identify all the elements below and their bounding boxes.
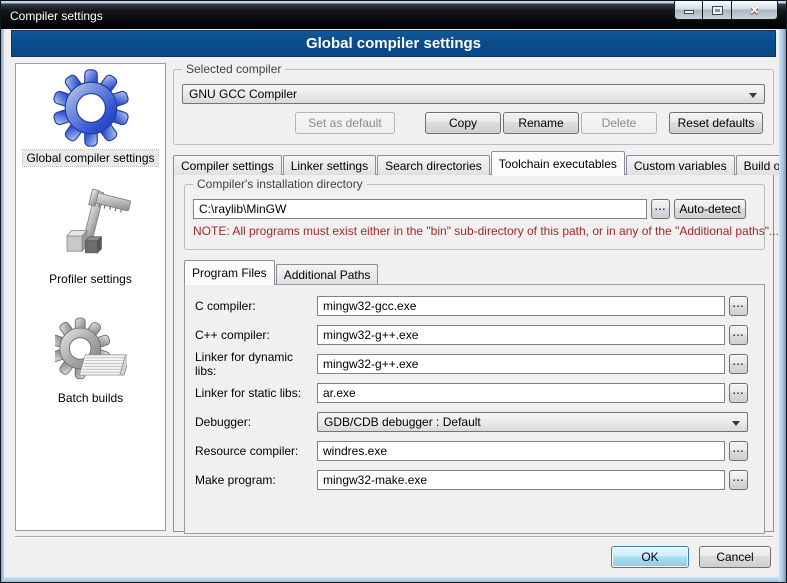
- c-compiler-browse-button[interactable]: ...: [729, 296, 748, 316]
- cpp-compiler-label: C++ compiler:: [195, 328, 317, 342]
- resource-compiler-label: Resource compiler:: [195, 444, 317, 458]
- tab-toolchain-executables[interactable]: Toolchain executables: [491, 151, 625, 175]
- set-as-default-button[interactable]: Set as default: [295, 112, 395, 134]
- c-compiler-label: C compiler:: [195, 299, 317, 313]
- compiler-select[interactable]: GNU GCC Compiler: [182, 84, 765, 104]
- selected-compiler-group-label: Selected compiler: [182, 62, 285, 76]
- debugger-select[interactable]: GDB/CDB debugger : Default: [317, 412, 748, 432]
- linker-static-row: Linker for static libs: ...: [195, 383, 748, 403]
- window-edge-bottom: [1, 577, 786, 582]
- c-compiler-input[interactable]: [317, 296, 725, 316]
- installation-directory-input[interactable]: [193, 199, 647, 219]
- tab-compiler-settings[interactable]: Compiler settings: [173, 155, 282, 175]
- program-tabstrip: Program Files Additional Paths: [184, 260, 773, 284]
- dialog-client-area: Global compiler settings: [3, 29, 782, 579]
- linker-dynamic-row: Linker for dynamic libs: ...: [195, 354, 748, 374]
- selected-compiler-group: Selected compiler GNU GCC Compiler Set a…: [173, 69, 774, 145]
- window-edge-left: [1, 29, 4, 582]
- linker-dynamic-browse-button[interactable]: ...: [729, 354, 748, 374]
- linker-dynamic-input[interactable]: [317, 354, 725, 374]
- sidebar-label-profiler-settings[interactable]: Profiler settings: [46, 271, 135, 287]
- compiler-button-row: Set as default Copy Rename Delete Reset …: [182, 112, 765, 134]
- titlebar[interactable]: Compiler settings ×: [1, 1, 786, 29]
- delete-button[interactable]: Delete: [581, 112, 657, 134]
- copy-button[interactable]: Copy: [425, 112, 501, 134]
- ok-button[interactable]: OK: [611, 546, 689, 568]
- maximize-icon: [712, 6, 723, 15]
- installation-directory-browse-button[interactable]: ...: [651, 199, 670, 219]
- sidebar-item-global-compiler-settings[interactable]: [52, 69, 130, 150]
- minimize-icon: [684, 10, 694, 14]
- cpp-compiler-input[interactable]: [317, 325, 725, 345]
- close-button[interactable]: ×: [732, 1, 778, 20]
- window-controls: ×: [674, 1, 778, 20]
- auto-detect-button[interactable]: Auto-detect: [674, 199, 746, 219]
- debugger-row: Debugger: GDB/CDB debugger : Default: [195, 412, 748, 432]
- close-icon: ×: [750, 2, 759, 19]
- linker-dynamic-label: Linker for dynamic libs:: [195, 350, 317, 378]
- make-program-browse-button[interactable]: ...: [729, 470, 748, 490]
- linker-static-input[interactable]: [317, 383, 725, 403]
- settings-pane: Selected compiler GNU GCC Compiler Set a…: [173, 63, 774, 532]
- minimize-button[interactable]: [674, 1, 703, 20]
- compiler-settings-dialog: Compiler settings × Global compiler sett…: [0, 0, 787, 583]
- settings-category-list: Global compiler settings: [15, 63, 166, 531]
- tab-additional-paths[interactable]: Additional Paths: [276, 264, 379, 284]
- footer-divider: [15, 536, 773, 538]
- make-program-row: Make program: ...: [195, 470, 748, 490]
- compiler-select-value: GNU GCC Compiler: [189, 87, 297, 101]
- c-compiler-row: C compiler: ...: [195, 296, 748, 316]
- installation-directory-group-label: Compiler's installation directory: [193, 177, 367, 191]
- installation-directory-row: ... Auto-detect: [193, 199, 746, 219]
- resource-compiler-input[interactable]: [317, 441, 725, 461]
- main-tabstrip: Compiler settings Linker settings Search…: [173, 151, 774, 175]
- sidebar-item-batch-builds[interactable]: [55, 317, 127, 390]
- maximize-button[interactable]: [703, 1, 732, 20]
- make-program-input[interactable]: [317, 470, 725, 490]
- page-title: Global compiler settings: [11, 30, 776, 57]
- sidebar-item-profiler-settings[interactable]: [51, 188, 131, 271]
- tab-linker-settings[interactable]: Linker settings: [283, 155, 376, 175]
- toolchain-executables-panel: Compiler's installation directory ... Au…: [173, 174, 774, 532]
- cpp-compiler-browse-button[interactable]: ...: [729, 325, 748, 345]
- cpp-compiler-row: C++ compiler: ...: [195, 325, 748, 345]
- cancel-button[interactable]: Cancel: [699, 546, 771, 568]
- reset-defaults-button[interactable]: Reset defaults: [669, 112, 763, 134]
- sidebar-label-batch-builds[interactable]: Batch builds: [55, 390, 126, 406]
- sidebar-label-global-compiler-settings[interactable]: Global compiler settings: [23, 150, 157, 166]
- resource-compiler-row: Resource compiler: ...: [195, 441, 748, 461]
- installation-note: NOTE: All programs must exist either in …: [193, 224, 756, 238]
- window-title: Compiler settings: [1, 9, 103, 23]
- tab-custom-variables[interactable]: Custom variables: [626, 155, 735, 175]
- make-program-label: Make program:: [195, 473, 317, 487]
- debugger-select-value: GDB/CDB debugger : Default: [324, 415, 481, 429]
- installation-directory-group: Compiler's installation directory ... Au…: [184, 184, 765, 250]
- linker-static-label: Linker for static libs:: [195, 386, 317, 400]
- tab-search-directories[interactable]: Search directories: [377, 155, 490, 175]
- blue-gear-icon: [52, 69, 130, 147]
- linker-static-browse-button[interactable]: ...: [729, 383, 748, 403]
- rename-button[interactable]: Rename: [503, 112, 579, 134]
- program-files-panel: C compiler: ... C++ compiler: ... Linker…: [184, 284, 765, 534]
- tab-program-files[interactable]: Program Files: [184, 260, 275, 284]
- gray-gear-stack-icon: [55, 317, 127, 387]
- caliper-icon: [51, 188, 131, 268]
- window-edge-right: [779, 29, 786, 582]
- resource-compiler-browse-button[interactable]: ...: [729, 441, 748, 461]
- debugger-label: Debugger:: [195, 415, 317, 429]
